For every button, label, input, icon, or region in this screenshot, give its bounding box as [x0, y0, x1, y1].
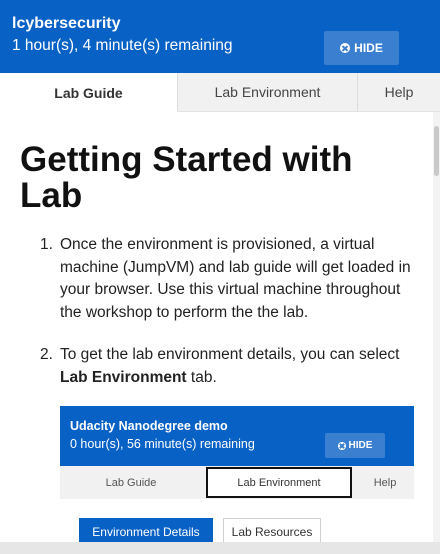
- close-circle-icon: [337, 441, 346, 450]
- hide-button-label: HIDE: [354, 41, 383, 55]
- lab-guide-content: Getting Started with Lab 1. Once the env…: [0, 112, 440, 542]
- embedded-hide-button: HIDE: [325, 433, 385, 458]
- step-text: To get the lab environment details, you …: [60, 346, 400, 363]
- embedded-lab-resources-button: Lab Resources: [223, 518, 321, 542]
- embedded-tab-help: Help: [373, 476, 397, 489]
- list-item: 1. Once the environment is provisioned, …: [40, 234, 420, 324]
- embedded-environment-details-button: Environment Details: [79, 518, 213, 542]
- close-circle-icon: [340, 43, 351, 53]
- embedded-time-remaining: 0 hour(s), 56 minute(s) remaining: [70, 437, 255, 451]
- tab-help[interactable]: Help: [357, 73, 440, 111]
- embedded-header: Udacity Nanodegree demo 0 hour(s), 56 mi…: [60, 406, 414, 466]
- tab-bar: Lab Guide Lab Environment Help: [0, 73, 440, 112]
- step-number: 1.: [40, 236, 53, 253]
- tab-lab-environment[interactable]: Lab Environment: [177, 73, 357, 111]
- scrollbar-thumb[interactable]: [434, 126, 439, 176]
- step-bold-text: Lab Environment: [60, 368, 187, 386]
- lab-title: lcybersecurity: [12, 15, 121, 32]
- embedded-screenshot: Udacity Nanodegree demo 0 hour(s), 56 mi…: [60, 406, 414, 542]
- hide-button[interactable]: HIDE: [324, 31, 399, 65]
- embedded-tab-lab-environment: Lab Environment: [206, 467, 352, 498]
- vertical-scrollbar[interactable]: [433, 112, 440, 542]
- horizontal-scrollbar[interactable]: [0, 542, 440, 554]
- time-remaining: 1 hour(s), 4 minute(s) remaining: [12, 37, 233, 54]
- embedded-hide-label: HIDE: [348, 440, 373, 451]
- embedded-title: Udacity Nanodegree demo: [70, 419, 228, 433]
- embedded-tab-bar: Lab Guide Lab Environment Help: [60, 466, 414, 499]
- step-text: Once the environment is provisioned, a v…: [60, 236, 411, 321]
- embedded-tab-lab-guide: Lab Guide: [105, 476, 157, 489]
- step-list: 1. Once the environment is provisioned, …: [40, 234, 420, 409]
- list-item: 2. To get the lab environment details, y…: [40, 344, 420, 389]
- step-number: 2.: [40, 346, 53, 363]
- page-title: Getting Started with Lab: [20, 140, 353, 215]
- lab-header: lcybersecurity 1 hour(s), 4 minute(s) re…: [0, 0, 440, 73]
- tab-lab-guide[interactable]: Lab Guide: [0, 73, 177, 112]
- step-text-end: tab.: [186, 368, 217, 386]
